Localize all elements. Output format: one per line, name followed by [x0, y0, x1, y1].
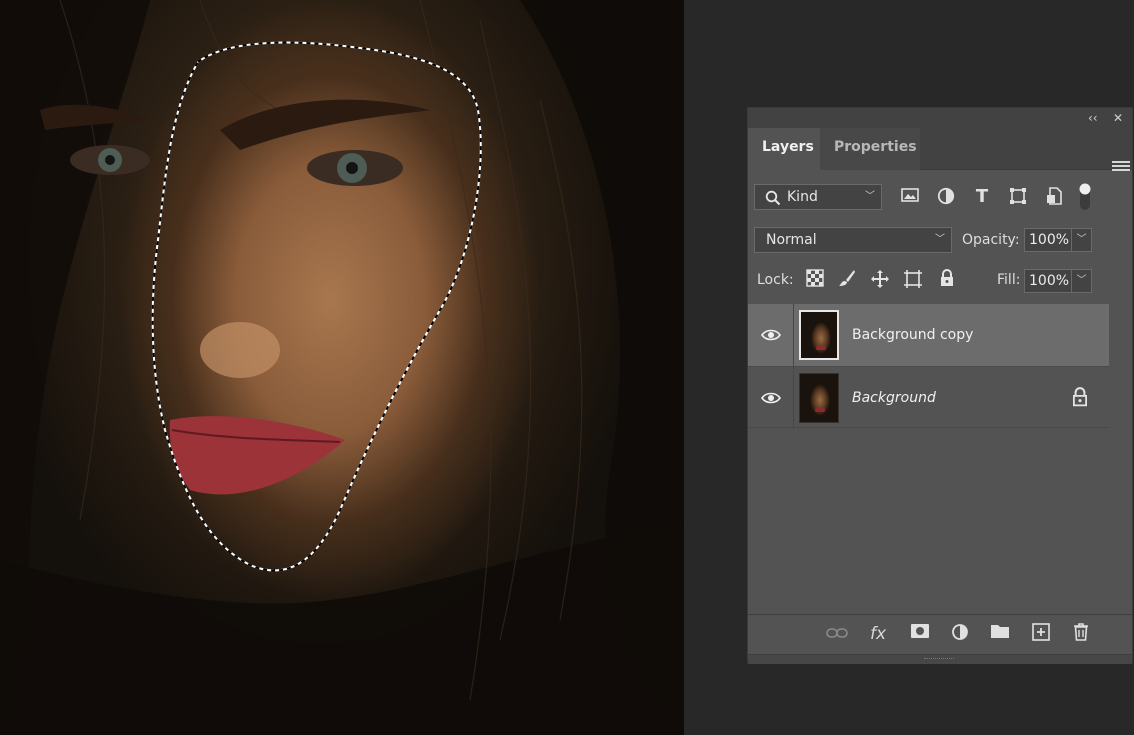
layer-lock-icon[interactable] — [1071, 387, 1089, 407]
chevron-down-icon: ﹀ — [865, 191, 875, 202]
blend-mode-dropdown[interactable]: Normal ﹀ — [754, 227, 952, 253]
layer-name[interactable]: Background — [852, 367, 936, 429]
layer-row[interactable]: Background copy — [748, 304, 1109, 366]
layer-row[interactable]: Background — [748, 366, 1109, 429]
shape-filter-icon[interactable] — [1008, 187, 1028, 207]
eye-icon — [761, 329, 781, 341]
opacity-slider-toggle[interactable]: ﹀ — [1072, 228, 1092, 252]
layers-panel: ‹‹ ✕ Layers Properties Kind ﹀ T Normal ﹀… — [747, 107, 1133, 664]
tab-properties[interactable]: Properties — [820, 128, 920, 170]
new-layer-icon[interactable] — [1029, 623, 1053, 645]
layer-visibility-toggle[interactable] — [748, 304, 794, 366]
delete-layer-icon[interactable] — [1069, 623, 1093, 645]
panel-tabs: Layers Properties — [748, 128, 1132, 171]
search-icon — [765, 190, 781, 206]
opacity-input[interactable]: 100% — [1024, 228, 1072, 252]
panel-title-bar: ‹‹ ✕ — [748, 108, 1132, 128]
type-filter-icon[interactable]: T — [972, 187, 992, 207]
eye-icon — [761, 392, 781, 404]
document-canvas[interactable] — [0, 0, 684, 735]
layer-thumbnail — [799, 373, 839, 423]
adjustment-layer-icon[interactable] — [948, 623, 972, 645]
layer-thumbnail — [799, 310, 839, 360]
link-layers-icon[interactable] — [825, 623, 849, 645]
layers-bottom-bar: fx — [748, 614, 1132, 654]
smart-object-filter-icon[interactable] — [1044, 187, 1064, 207]
lock-image-pixels-icon[interactable] — [836, 269, 858, 291]
photo-artwork — [0, 0, 684, 735]
new-group-icon[interactable] — [988, 623, 1012, 645]
chevron-down-icon: ﹀ — [935, 234, 945, 245]
panel-menu-icon[interactable] — [1112, 160, 1130, 174]
fill-input[interactable]: 100% — [1024, 269, 1072, 293]
collapse-panel-button[interactable]: ‹‹ — [1088, 110, 1098, 126]
layer-visibility-toggle[interactable] — [748, 367, 794, 429]
kind-filter-label: Kind — [787, 189, 818, 205]
panel-resize-handle[interactable] — [748, 654, 1132, 664]
blend-mode-value: Normal — [766, 232, 817, 248]
adjustment-filter-icon[interactable] — [936, 187, 956, 207]
layer-name[interactable]: Background copy — [852, 304, 973, 366]
prevent-auto-nest-icon[interactable] — [902, 269, 924, 291]
add-mask-icon[interactable] — [908, 623, 932, 645]
filter-toggle-icon[interactable] — [1078, 182, 1092, 212]
fx-icon[interactable]: fx — [866, 623, 890, 645]
image-filter-icon[interactable] — [900, 187, 920, 207]
lock-transparent-pixels-icon[interactable] — [804, 269, 826, 291]
lock-label: Lock: — [757, 272, 794, 288]
lock-position-icon[interactable] — [869, 269, 891, 291]
fill-label: Fill: — [997, 272, 1021, 288]
kind-filter-dropdown[interactable]: Kind ﹀ — [754, 184, 882, 210]
tab-layers[interactable]: Layers — [748, 128, 820, 170]
opacity-label: Opacity: — [962, 232, 1020, 248]
fill-slider-toggle[interactable]: ﹀ — [1072, 269, 1092, 293]
close-panel-button[interactable]: ✕ — [1113, 110, 1123, 126]
lock-all-icon[interactable] — [936, 269, 958, 291]
